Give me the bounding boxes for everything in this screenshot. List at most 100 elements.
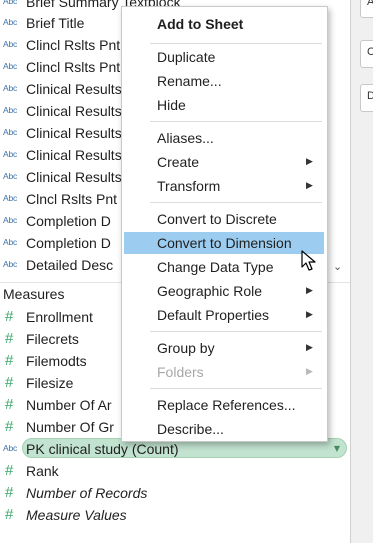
string-type-icon: Abc bbox=[3, 39, 18, 49]
field-label: Clinical Results bbox=[26, 125, 122, 141]
menu-item-label: Duplicate bbox=[157, 49, 216, 65]
card-label: Ar bbox=[367, 0, 373, 8]
menu-separator bbox=[150, 202, 322, 203]
field-label: Completion D bbox=[26, 213, 111, 229]
menu-item-label: Rename... bbox=[157, 73, 222, 89]
submenu-arrow-icon: ▶ bbox=[306, 310, 313, 320]
submenu-arrow-icon: ▶ bbox=[306, 286, 313, 296]
field-row[interactable]: # Number of Records bbox=[0, 482, 350, 504]
field-label: Filecrets bbox=[26, 331, 79, 347]
string-type-icon: Abc bbox=[3, 259, 18, 269]
string-type-icon: Abc bbox=[3, 193, 18, 203]
menu-item-folders: Folders ▶ bbox=[122, 361, 327, 383]
menu-separator bbox=[150, 331, 322, 332]
right-panel-card[interactable]: D bbox=[360, 84, 373, 112]
menu-item-label: Create bbox=[157, 154, 200, 170]
number-type-icon: # bbox=[5, 396, 14, 413]
menu-item-label: Default Properties bbox=[157, 307, 270, 323]
menu-item-label: Describe... bbox=[157, 421, 224, 437]
menu-item-duplicate[interactable]: Duplicate bbox=[122, 46, 327, 68]
menu-item-change-data-type[interactable]: Change Data Type bbox=[122, 256, 327, 278]
menu-item-convert-to-dimension[interactable]: Convert to Dimension bbox=[124, 232, 324, 254]
submenu-arrow-icon: ▶ bbox=[306, 343, 313, 353]
menu-item-label: Hide bbox=[157, 97, 186, 113]
menu-separator bbox=[150, 43, 322, 44]
field-label: Clincl Rslts Pnt bbox=[26, 37, 121, 53]
field-label: Number Of Gr bbox=[26, 419, 114, 435]
string-type-icon: Abc bbox=[3, 0, 18, 6]
string-type-icon: Abc bbox=[3, 215, 18, 225]
number-type-icon: # bbox=[5, 308, 14, 325]
pane-divider bbox=[350, 0, 351, 543]
number-type-icon: # bbox=[5, 484, 14, 501]
menu-item-aliases[interactable]: Aliases... bbox=[122, 127, 327, 149]
right-panel-card[interactable]: C bbox=[360, 40, 373, 68]
menu-item-label: Convert to Dimension bbox=[157, 235, 292, 251]
field-label: Filemodts bbox=[26, 353, 87, 369]
field-label: Enrollment bbox=[26, 309, 93, 325]
field-label: Measure Values bbox=[26, 507, 127, 523]
menu-item-hide[interactable]: Hide bbox=[122, 94, 327, 116]
number-type-icon: # bbox=[5, 330, 14, 347]
number-type-icon: # bbox=[5, 462, 14, 479]
menu-item-label: Convert to Discrete bbox=[157, 211, 277, 227]
menu-separator bbox=[150, 388, 322, 389]
number-type-icon: # bbox=[5, 352, 14, 369]
submenu-arrow-icon: ▶ bbox=[306, 181, 313, 191]
menu-item-describe[interactable]: Describe... bbox=[122, 418, 327, 440]
right-panel-card[interactable]: Ar bbox=[360, 0, 373, 18]
menu-item-label: Add to Sheet bbox=[157, 16, 244, 32]
menu-item-label: Change Data Type bbox=[157, 259, 274, 275]
field-label: Number Of Ar bbox=[26, 397, 112, 413]
menu-item-label: Group by bbox=[157, 340, 215, 356]
string-type-icon: Abc bbox=[3, 105, 18, 115]
string-type-icon: Abc bbox=[3, 83, 18, 93]
mouse-pointer-icon bbox=[301, 250, 316, 271]
string-type-icon: Abc bbox=[3, 17, 18, 27]
string-type-icon: Abc bbox=[3, 127, 18, 137]
card-label: D bbox=[367, 90, 373, 102]
field-label: Filesize bbox=[26, 375, 74, 391]
menu-item-transform[interactable]: Transform ▶ bbox=[122, 175, 327, 197]
context-menu: Add to Sheet Duplicate Rename... Hide Al… bbox=[121, 6, 328, 442]
field-label: Clincl Rslts Pnt bbox=[26, 59, 121, 75]
menu-item-add-to-sheet[interactable]: Add to Sheet bbox=[122, 13, 327, 35]
field-label: Number of Records bbox=[26, 485, 148, 501]
field-label: Clinical Results bbox=[26, 103, 122, 119]
field-label: Clncl Rslts Pnt bbox=[26, 191, 118, 207]
card-label: C bbox=[367, 46, 373, 58]
measures-header-label: Measures bbox=[3, 286, 65, 302]
scroll-down-chevron-icon[interactable]: ⌄ bbox=[333, 260, 342, 273]
field-label: Clinical Results bbox=[26, 81, 122, 97]
menu-item-create[interactable]: Create ▶ bbox=[122, 151, 327, 173]
submenu-arrow-icon: ▶ bbox=[306, 367, 313, 377]
field-label: Brief Title bbox=[26, 15, 85, 31]
menu-item-convert-to-discrete[interactable]: Convert to Discrete bbox=[122, 208, 327, 230]
menu-item-rename[interactable]: Rename... bbox=[122, 70, 327, 92]
menu-item-geographic-role[interactable]: Geographic Role ▶ bbox=[122, 280, 327, 302]
menu-item-label: Transform bbox=[157, 178, 221, 194]
field-label: Clinical Results bbox=[26, 169, 122, 185]
string-type-icon: Abc bbox=[3, 237, 18, 247]
menu-item-default-properties[interactable]: Default Properties ▶ bbox=[122, 304, 327, 326]
number-type-icon: # bbox=[5, 418, 14, 435]
field-row[interactable]: # Measure Values bbox=[0, 504, 350, 526]
string-type-icon: Abc bbox=[3, 61, 18, 71]
field-label: Detailed Desc bbox=[26, 257, 114, 273]
menu-item-group-by[interactable]: Group by ▶ bbox=[122, 337, 327, 359]
field-row[interactable]: # Rank bbox=[0, 460, 350, 482]
field-label: Clinical Results bbox=[26, 147, 122, 163]
menu-separator bbox=[150, 121, 322, 122]
submenu-arrow-icon: ▶ bbox=[306, 157, 313, 167]
field-label: Rank bbox=[26, 463, 59, 479]
menu-item-label: Replace References... bbox=[157, 397, 296, 413]
number-type-icon: # bbox=[5, 374, 14, 391]
menu-item-label: Geographic Role bbox=[157, 283, 263, 299]
number-type-icon: # bbox=[5, 506, 14, 523]
string-type-icon: Abc bbox=[3, 171, 18, 181]
menu-item-replace-references[interactable]: Replace References... bbox=[122, 394, 327, 416]
string-type-icon: Abc bbox=[3, 149, 18, 159]
right-panel bbox=[350, 0, 373, 543]
menu-item-label: Folders bbox=[157, 364, 204, 380]
field-label: Completion D bbox=[26, 235, 111, 251]
